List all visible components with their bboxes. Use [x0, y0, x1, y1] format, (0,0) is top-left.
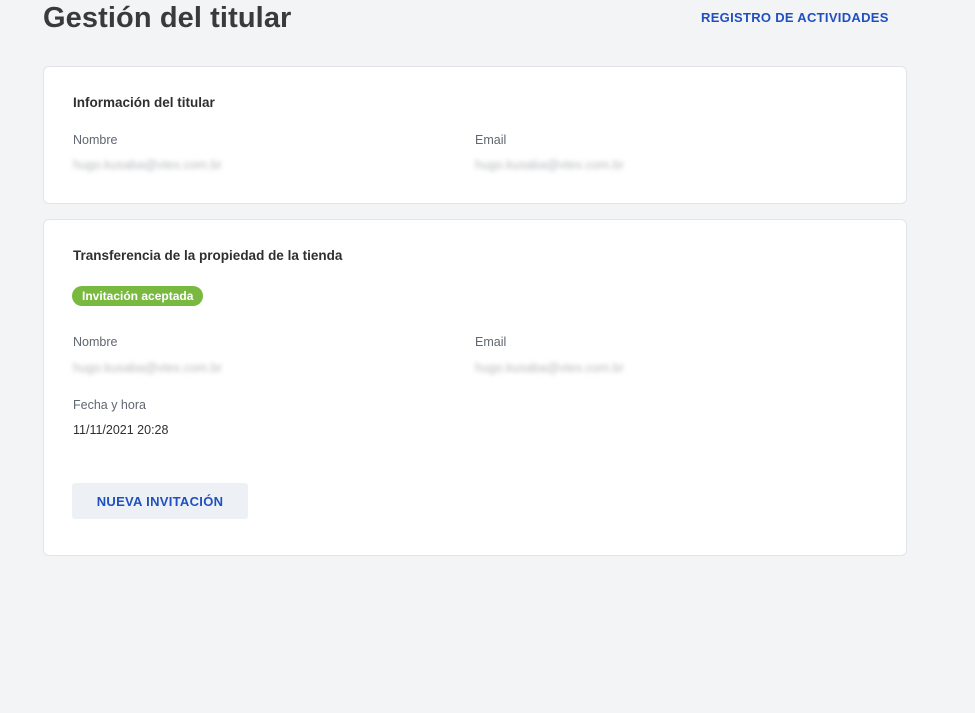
activity-log-link[interactable]: REGISTRO DE ACTIVIDADES — [701, 10, 889, 25]
transfer-datetime-value: 11/11/2021 20:28 — [73, 423, 169, 437]
transfer-name-label: Nombre — [73, 335, 118, 349]
transfer-email-label: Email — [475, 335, 507, 349]
transfer-title: Transferencia de la propiedad de la tien… — [73, 248, 343, 263]
transfer-name-value: hugo.kusaba@vtex.com.br — [73, 361, 222, 375]
status-badge: Invitación aceptada — [72, 286, 204, 306]
new-invitation-button[interactable]: NUEVA INVITACIÓN — [72, 483, 248, 519]
owner-email-value: hugo.kusaba@vtex.com.br — [475, 158, 624, 172]
owner-info-title: Información del titular — [73, 95, 215, 110]
ownership-transfer-card: Transferencia de la propiedad de la tien… — [43, 219, 907, 556]
owner-email-label: Email — [475, 133, 507, 147]
page-title: Gestión del titular — [43, 2, 292, 34]
transfer-email-value: hugo.kusaba@vtex.com.br — [475, 361, 624, 375]
transfer-datetime-label: Fecha y hora — [73, 398, 146, 412]
owner-name-value: hugo.kusaba@vtex.com.br — [73, 158, 222, 172]
owner-name-label: Nombre — [73, 133, 118, 147]
owner-info-card: Información del titular Nombre hugo.kusa… — [43, 66, 907, 204]
